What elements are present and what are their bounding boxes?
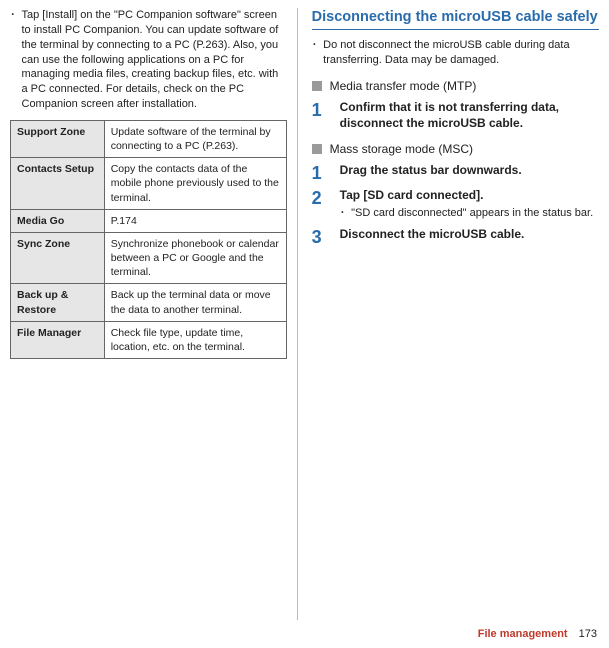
right-column: Disconnecting the microUSB cable safely … bbox=[312, 8, 599, 620]
section-heading: Disconnecting the microUSB cable safely bbox=[312, 8, 599, 30]
step-body: Disconnect the microUSB cable. bbox=[340, 227, 599, 246]
table-row: Contacts Setup Copy the contacts data of… bbox=[11, 158, 287, 210]
app-desc: Check file type, update time, location, … bbox=[104, 321, 286, 358]
step-number: 1 bbox=[312, 100, 330, 131]
step-body: Confirm that it is not transferring data… bbox=[340, 100, 599, 131]
footer-section: File management bbox=[478, 628, 568, 640]
warning-text: Do not disconnect the microUSB cable dur… bbox=[323, 38, 599, 68]
step-sub: ･ "SD card disconnected" appears in the … bbox=[340, 206, 599, 221]
app-desc: Update software of the terminal by conne… bbox=[104, 120, 286, 157]
page-footer: File management 173 bbox=[478, 627, 597, 642]
bullet-dot-icon: ･ bbox=[312, 38, 318, 68]
app-name: File Manager bbox=[11, 321, 105, 358]
footer-page-number: 173 bbox=[579, 628, 597, 640]
page-columns: ･ Tap [Install] on the "PC Companion sof… bbox=[0, 0, 609, 620]
left-column: ･ Tap [Install] on the "PC Companion sof… bbox=[10, 8, 298, 620]
app-name: Back up & Restore bbox=[11, 284, 105, 321]
table-row: Sync Zone Synchronize phonebook or calen… bbox=[11, 232, 287, 284]
mode-msc-row: Mass storage mode (MSC) bbox=[312, 141, 599, 157]
intro-bullet: ･ Tap [Install] on the "PC Companion sof… bbox=[10, 8, 287, 112]
step-body: Drag the status bar downwards. bbox=[340, 163, 599, 182]
table-row: Media Go P.174 bbox=[11, 209, 287, 232]
intro-text: Tap [Install] on the "PC Companion softw… bbox=[22, 8, 287, 112]
mode-mtp-row: Media transfer mode (MTP) bbox=[312, 78, 599, 94]
bullet-dot-icon: ･ bbox=[340, 206, 346, 221]
step-title: Tap [SD card connected]. bbox=[340, 188, 599, 204]
table-row: Back up & Restore Back up the terminal d… bbox=[11, 284, 287, 321]
app-desc: Back up the terminal data or move the da… bbox=[104, 284, 286, 321]
app-name: Contacts Setup bbox=[11, 158, 105, 210]
pc-companion-apps-table: Support Zone Update software of the term… bbox=[10, 120, 287, 359]
step-row: 1 Drag the status bar downwards. bbox=[312, 163, 599, 182]
mode-msc-label: Mass storage mode (MSC) bbox=[330, 141, 473, 157]
step-row: 3 Disconnect the microUSB cable. bbox=[312, 227, 599, 246]
app-desc: P.174 bbox=[104, 209, 286, 232]
app-name: Media Go bbox=[11, 209, 105, 232]
app-desc: Synchronize phonebook or calendar betwee… bbox=[104, 232, 286, 284]
square-icon bbox=[312, 81, 322, 91]
app-name: Support Zone bbox=[11, 120, 105, 157]
step-number: 1 bbox=[312, 163, 330, 182]
step-title: Confirm that it is not transferring data… bbox=[340, 100, 599, 131]
app-desc: Copy the contacts data of the mobile pho… bbox=[104, 158, 286, 210]
app-name: Sync Zone bbox=[11, 232, 105, 284]
table-row: Support Zone Update software of the term… bbox=[11, 120, 287, 157]
step-row: 1 Confirm that it is not transferring da… bbox=[312, 100, 599, 131]
mode-mtp-label: Media transfer mode (MTP) bbox=[330, 78, 477, 94]
step-title: Disconnect the microUSB cable. bbox=[340, 227, 599, 243]
step-row: 2 Tap [SD card connected]. ･ "SD card di… bbox=[312, 188, 599, 220]
step-number: 2 bbox=[312, 188, 330, 220]
warning-bullet: ･ Do not disconnect the microUSB cable d… bbox=[312, 38, 599, 68]
step-title: Drag the status bar downwards. bbox=[340, 163, 599, 179]
bullet-dot-icon: ･ bbox=[10, 8, 16, 112]
table-row: File Manager Check file type, update tim… bbox=[11, 321, 287, 358]
square-icon bbox=[312, 144, 322, 154]
step-number: 3 bbox=[312, 227, 330, 246]
step-body: Tap [SD card connected]. ･ "SD card disc… bbox=[340, 188, 599, 220]
step-sub-text: "SD card disconnected" appears in the st… bbox=[351, 206, 593, 221]
